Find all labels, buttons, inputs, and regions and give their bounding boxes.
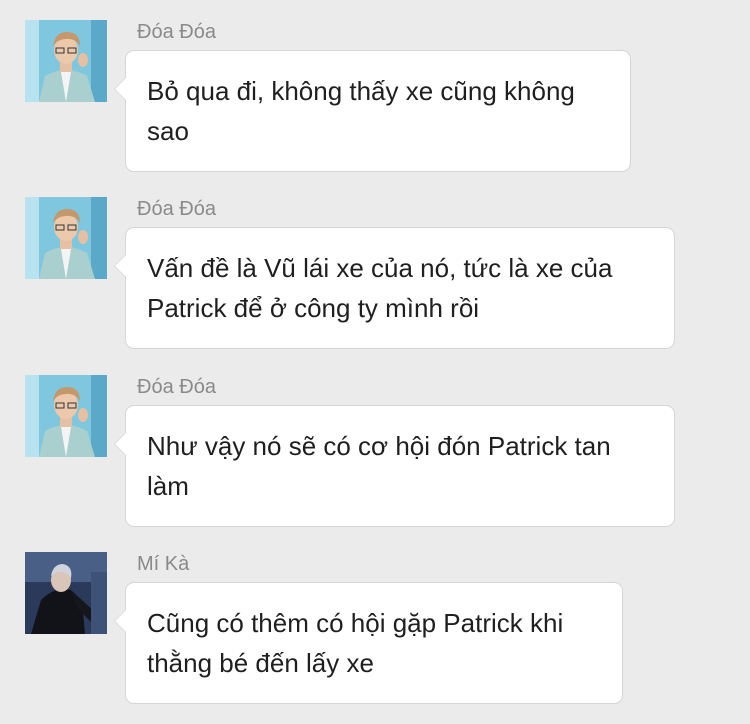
chat-message: Đóa Đóa Như vậy nó sẽ có cơ hội đón Patr…: [0, 375, 750, 527]
sender-name: Mí Kà: [137, 553, 190, 575]
message-text: Cũng có thêm có hội gặp Patrick khi thằn…: [147, 608, 564, 678]
sender-avatar[interactable]: [25, 375, 107, 457]
bubble-tail: [114, 609, 126, 633]
bubble-tail: [114, 77, 126, 101]
sender-name: Đóa Đóa: [137, 21, 216, 43]
chat-message: Đóa Đóa Vấn đề là Vũ lái xe của nó, tức …: [0, 197, 750, 349]
chat-message: Mí Kà Cũng có thêm có hội gặp Patrick kh…: [0, 552, 750, 704]
message-bubble[interactable]: Vấn đề là Vũ lái xe của nó, tức là xe củ…: [114, 227, 675, 349]
message-text: Vấn đề là Vũ lái xe của nó, tức là xe củ…: [147, 253, 613, 323]
sender-avatar[interactable]: [25, 20, 107, 102]
bubble-tail: [114, 432, 126, 456]
sender-avatar[interactable]: [25, 197, 107, 279]
avatar-photo-icon: [25, 20, 107, 102]
sender-name: Đóa Đóa: [137, 376, 216, 398]
message-bubble[interactable]: Bỏ qua đi, không thấy xe cũng không sao: [114, 50, 631, 172]
message-bubble[interactable]: Như vậy nó sẽ có cơ hội đón Patrick tan …: [114, 405, 675, 527]
sender-avatar[interactable]: [25, 552, 107, 634]
avatar-photo-icon: [25, 552, 107, 634]
chat-thread: Đóa Đóa Bỏ qua đi, không thấy xe cũng kh…: [0, 0, 750, 724]
chat-message: Đóa Đóa Bỏ qua đi, không thấy xe cũng kh…: [0, 20, 750, 172]
sender-name: Đóa Đóa: [137, 198, 216, 220]
avatar-photo-icon: [25, 375, 107, 457]
bubble-tail: [114, 254, 126, 278]
message-bubble[interactable]: Cũng có thêm có hội gặp Patrick khi thằn…: [114, 582, 623, 704]
message-text: Bỏ qua đi, không thấy xe cũng không sao: [147, 76, 575, 146]
avatar-photo-icon: [25, 197, 107, 279]
message-text: Như vậy nó sẽ có cơ hội đón Patrick tan …: [147, 431, 611, 501]
